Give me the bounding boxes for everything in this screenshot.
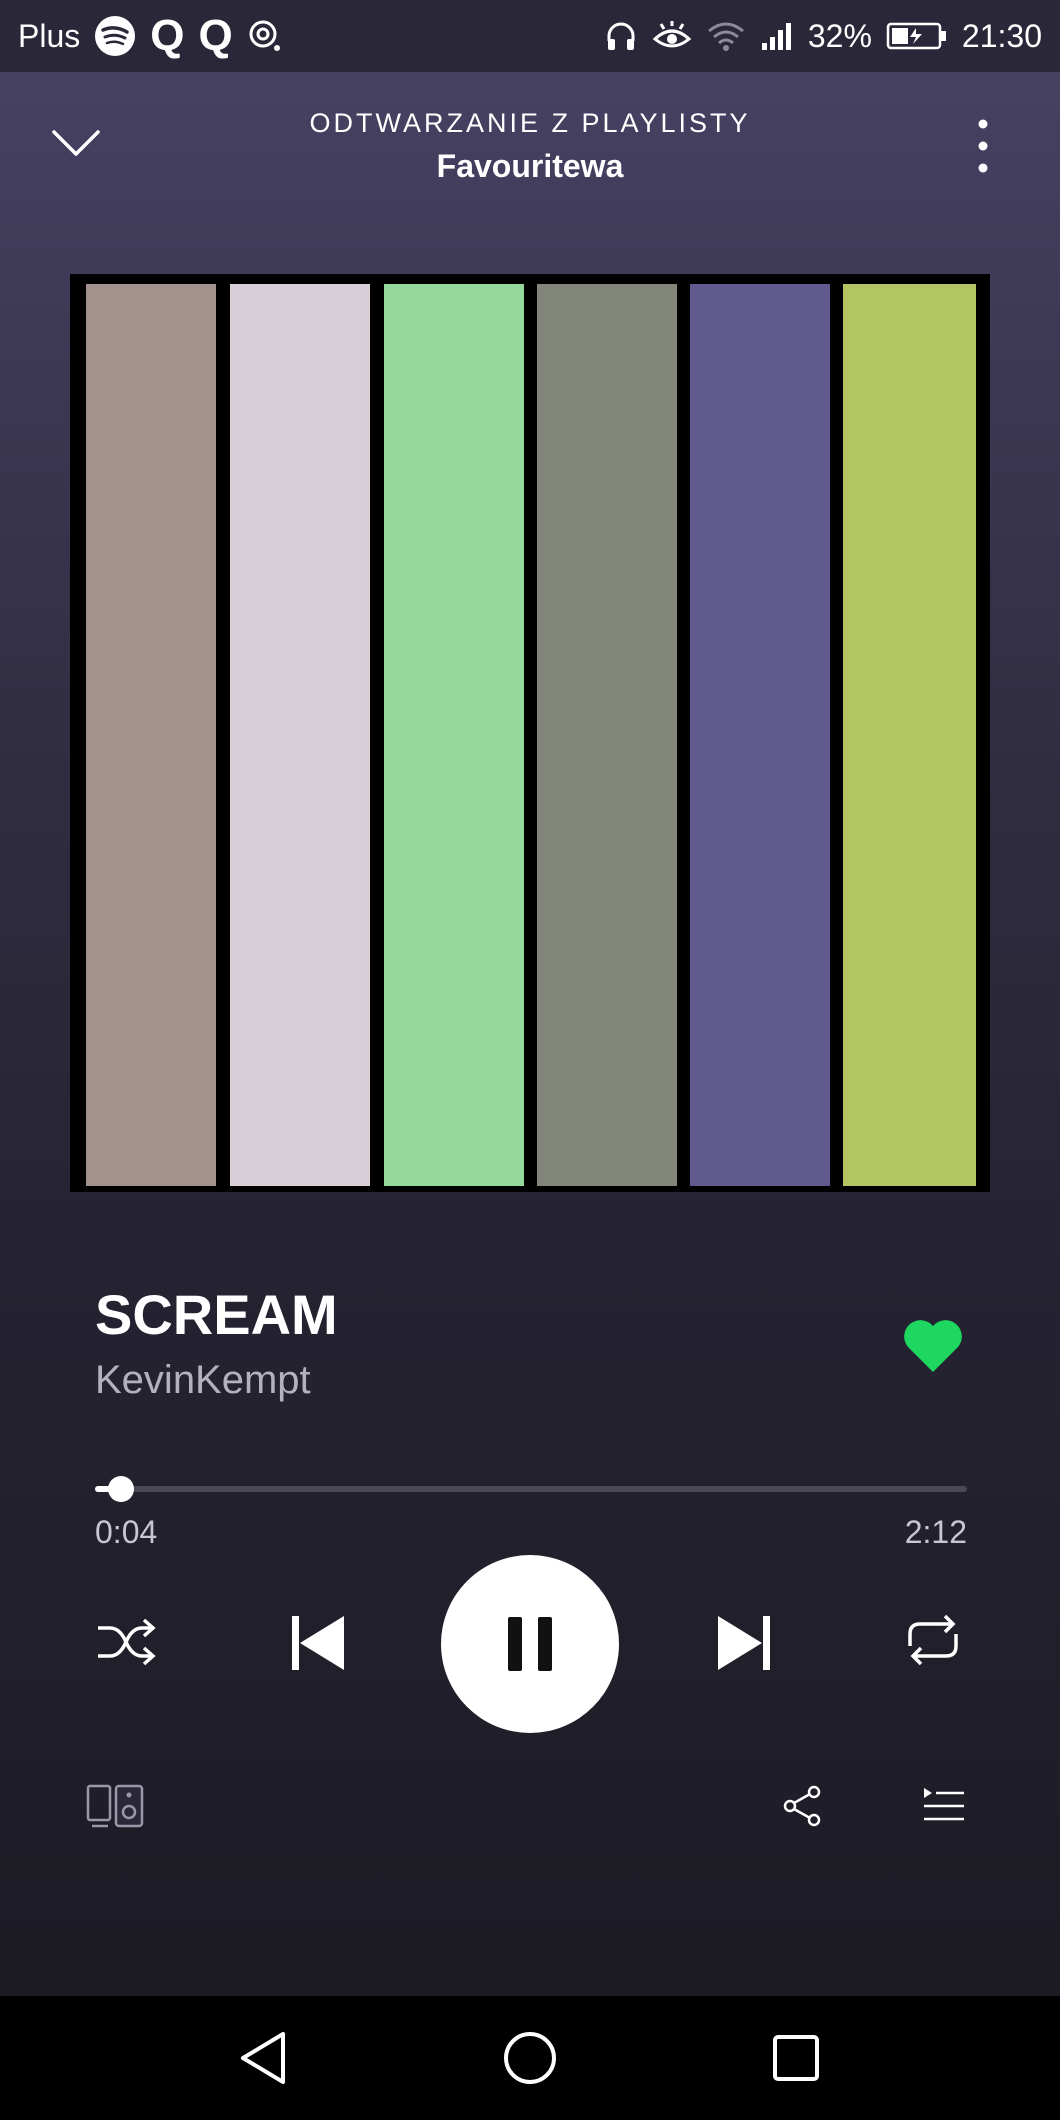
podcast-icon [247, 18, 283, 54]
album-stripe [690, 284, 830, 1186]
elapsed-time: 0:04 [95, 1514, 158, 1550]
shuffle-icon [98, 1618, 156, 1666]
pause-icon [508, 1617, 552, 1671]
q-app-icon: Q [150, 11, 185, 60]
wifi-icon [706, 19, 746, 53]
album-stripe [230, 284, 370, 1186]
album-stripe [843, 284, 976, 1186]
status-bar: Plus Q Q 32% 21:30 [0, 0, 1060, 72]
recents-square-icon [773, 2035, 819, 2081]
next-button[interactable] [712, 1610, 776, 1676]
skip-previous-icon [292, 1616, 344, 1670]
playlist-title[interactable]: Favouritewa [0, 148, 1060, 185]
now-playing-screen: Plus Q Q 32% 21:30 ODTWARZANIE Z PLAYLIS… [0, 0, 1060, 2120]
repeat-button[interactable] [900, 1612, 966, 1668]
battery-percent: 32% [807, 17, 872, 54]
total-time: 2:12 [904, 1514, 967, 1550]
album-stripe [86, 284, 216, 1186]
heart-icon [904, 1320, 962, 1372]
headphones-icon [604, 19, 638, 53]
album-stripe [384, 284, 524, 1186]
spotify-icon [94, 15, 136, 57]
skip-next-icon [718, 1616, 770, 1670]
more-vertical-icon [978, 119, 988, 173]
progress-handle[interactable] [108, 1476, 135, 1502]
repeat-icon [908, 1614, 958, 1666]
battery-charging-icon [886, 21, 948, 51]
nav-recents-button[interactable] [764, 2026, 828, 2090]
carrier-label: Plus [18, 17, 81, 54]
playing-from-label: ODTWARZANIE Z PLAYLISTY [309, 108, 751, 138]
shuffle-button[interactable] [94, 1612, 158, 1672]
system-nav-bar [0, 1996, 1060, 2120]
clock: 21:30 [961, 17, 1042, 54]
signal-icon [760, 21, 794, 51]
q-app-icon: Q [198, 11, 233, 60]
back-triangle-icon [241, 2032, 285, 2084]
previous-button[interactable] [286, 1610, 350, 1676]
more-options-button[interactable] [968, 116, 998, 176]
queue-icon [924, 1788, 964, 1821]
track-title[interactable]: SCREAM [95, 1282, 338, 1347]
play-pause-button[interactable] [441, 1555, 619, 1733]
nav-home-button[interactable] [498, 2026, 562, 2090]
like-button[interactable] [900, 1316, 966, 1376]
eye-comfort-icon [652, 19, 692, 53]
share-icon [783, 1785, 821, 1827]
progress-bar[interactable] [95, 1476, 967, 1502]
nav-back-button[interactable] [232, 2026, 296, 2090]
queue-button[interactable] [922, 1786, 966, 1826]
home-circle-icon [504, 2032, 556, 2084]
album-art [70, 274, 990, 1192]
devices-icon [86, 1784, 144, 1828]
album-stripe [537, 284, 677, 1186]
connect-devices-button[interactable] [86, 1782, 146, 1830]
track-artist[interactable]: KevinKempt [95, 1358, 311, 1403]
share-button[interactable] [780, 1784, 824, 1828]
